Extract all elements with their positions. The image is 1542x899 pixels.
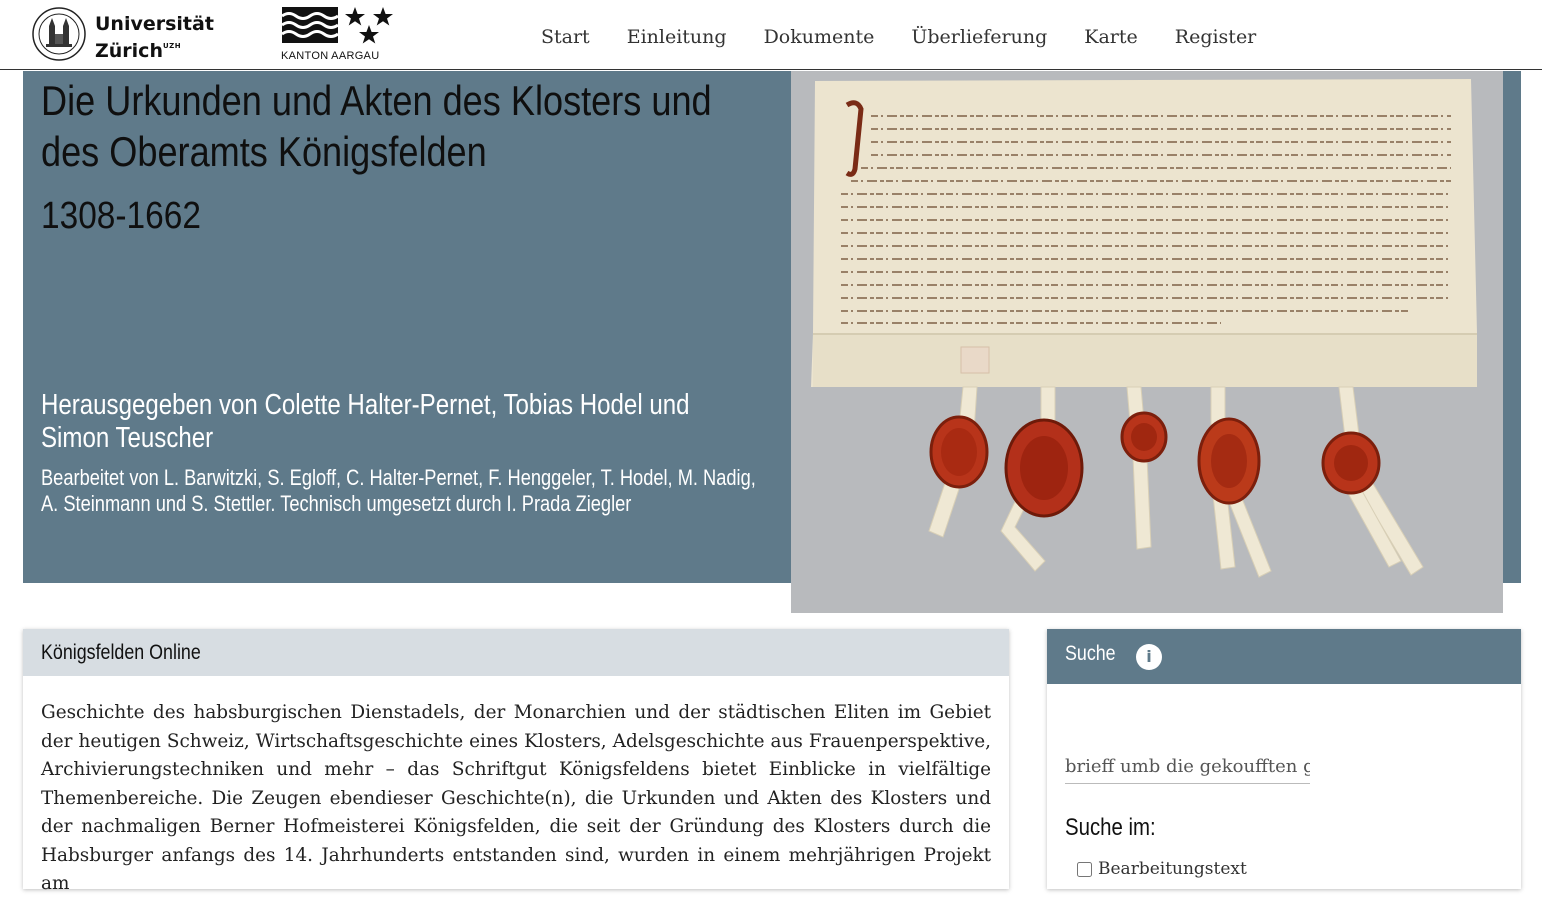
- nav-karte[interactable]: Karte: [1084, 23, 1137, 53]
- intro-heading: Königsfelden Online: [41, 641, 201, 664]
- info-icon[interactable]: i: [1136, 644, 1162, 670]
- nav-dokumente[interactable]: Dokumente: [764, 23, 875, 53]
- nav-start[interactable]: Start: [541, 23, 590, 53]
- intro-card-header: Königsfelden Online: [23, 629, 1009, 676]
- aargau-flag-icon: [281, 7, 393, 44]
- uzh-logo[interactable]: Universität ZürichUZH: [31, 6, 214, 64]
- search-heading: Suche: [1065, 642, 1116, 665]
- uzh-wordmark: Universität ZürichUZH: [95, 13, 214, 62]
- charter-illustration: [791, 71, 1503, 613]
- contributors-line: Bearbeitet von L. Barwitzki, S. Egloff, …: [41, 465, 756, 516]
- uzh-line1: Universität: [95, 13, 214, 35]
- uzh-seal-icon: [32, 7, 86, 61]
- intro-card: Königsfelden Online Geschichte des habsb…: [23, 629, 1009, 894]
- date-range: 1308-1662: [41, 195, 201, 237]
- search-input[interactable]: [1065, 749, 1310, 784]
- star-icon: [359, 25, 379, 44]
- search-scope-checkbox[interactable]: [1077, 861, 1092, 877]
- uzh-line2: Zürich: [95, 40, 163, 62]
- main-nav: Start Einleitung Dokumente Überlieferung…: [541, 23, 1293, 53]
- search-scope-option[interactable]: Bearbeitungstext: [1077, 859, 1247, 879]
- star-icon: [345, 7, 365, 26]
- page-title: Die Urkunden und Akten des Klosters und …: [41, 77, 712, 175]
- search-in-label: Suche im:: [1065, 814, 1156, 841]
- top-bar: Universität ZürichUZH KANTON AARGAU Star…: [0, 0, 1542, 70]
- aargau-caption: KANTON AARGAU: [281, 50, 380, 62]
- nav-ueberlieferung[interactable]: Überlieferung: [911, 23, 1047, 53]
- nav-einleitung[interactable]: Einleitung: [627, 23, 727, 53]
- intro-text: Geschichte des habsburgischen Dienstadel…: [41, 702, 991, 894]
- editors-line: Herausgegeben von Colette Halter-Pernet,…: [41, 389, 690, 454]
- uzh-sup: UZH: [162, 42, 182, 50]
- search-card: Suche i Suche im: Bearbeitungstext: [1047, 629, 1521, 889]
- aargau-logo[interactable]: KANTON AARGAU: [280, 4, 400, 64]
- charter-image: [791, 71, 1503, 613]
- nav-register[interactable]: Register: [1175, 23, 1257, 53]
- search-scope-label: Bearbeitungstext: [1098, 859, 1247, 879]
- search-card-header: Suche i: [1047, 629, 1521, 684]
- star-icon: [373, 7, 393, 26]
